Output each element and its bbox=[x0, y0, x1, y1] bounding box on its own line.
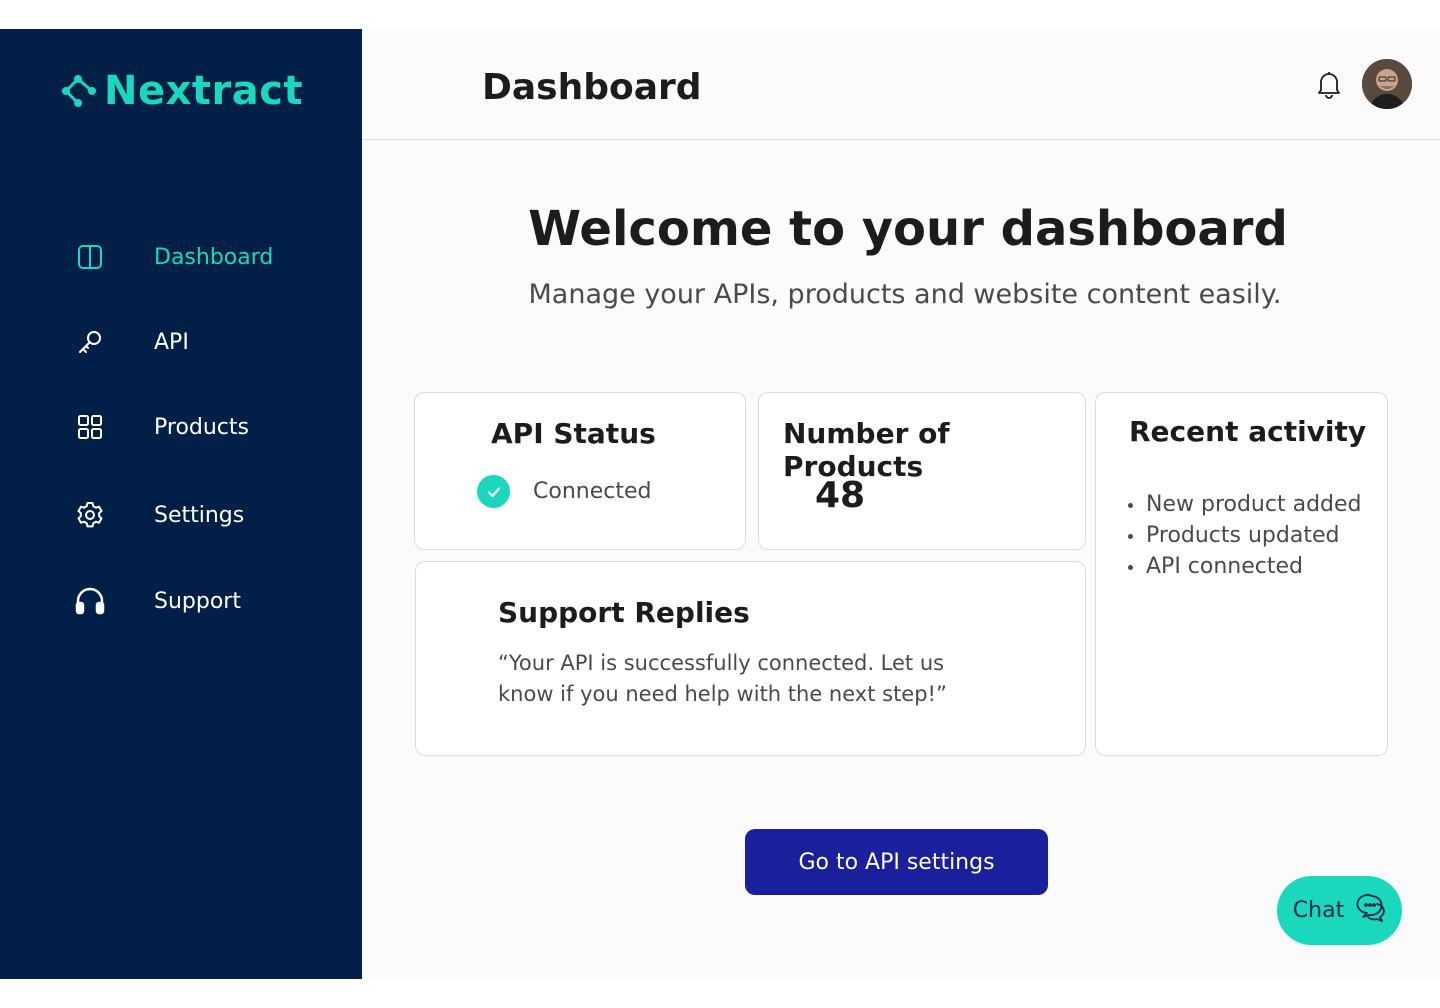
sidebar: Nextract Dashboard API Products Settings… bbox=[0, 29, 362, 979]
activity-list: New product added Products updated API c… bbox=[1128, 489, 1362, 582]
support-replies-card: Support Replies “Your API is successfull… bbox=[415, 561, 1086, 756]
support-reply-text: “Your API is successfully connected. Let… bbox=[498, 651, 947, 706]
check-circle-icon bbox=[477, 475, 510, 508]
sidebar-item-label: Settings bbox=[154, 502, 245, 528]
sidebar-item-support[interactable]: Support bbox=[74, 581, 334, 621]
sidebar-panel-icon bbox=[74, 241, 106, 273]
logo-icon bbox=[62, 75, 96, 107]
sidebar-item-dashboard[interactable]: Dashboard bbox=[74, 237, 334, 277]
logo-text: Nextract bbox=[104, 68, 304, 114]
grid-icon bbox=[74, 411, 106, 443]
sidebar-item-label: API bbox=[154, 329, 189, 355]
top-header: Dashboard bbox=[362, 29, 1440, 140]
list-item: New product added bbox=[1128, 489, 1362, 520]
page-title: Dashboard bbox=[482, 67, 702, 108]
sidebar-item-api[interactable]: API bbox=[74, 322, 334, 362]
card-title: Support Replies bbox=[498, 596, 750, 629]
sidebar-item-label: Support bbox=[154, 588, 241, 614]
bell-icon[interactable] bbox=[1315, 69, 1343, 99]
card-title: API Status bbox=[491, 417, 656, 450]
recent-activity-card: Recent activity New product added Produc… bbox=[1095, 392, 1388, 756]
products-count: 48 bbox=[815, 475, 866, 516]
status-text: Connected bbox=[533, 479, 652, 504]
key-icon bbox=[74, 326, 106, 358]
products-count-card: Number of Products 48 bbox=[758, 392, 1086, 550]
sidebar-item-settings[interactable]: Settings bbox=[74, 495, 334, 535]
list-item: Products updated bbox=[1128, 520, 1362, 551]
headphones-icon bbox=[74, 585, 106, 617]
api-settings-button[interactable]: Go to API settings bbox=[745, 829, 1048, 895]
app-window: Nextract Dashboard API Products Settings… bbox=[0, 29, 1440, 979]
logo[interactable]: Nextract bbox=[58, 67, 303, 115]
api-status-card: API Status Connected bbox=[414, 392, 746, 550]
gear-icon bbox=[74, 499, 106, 531]
list-item: API connected bbox=[1128, 551, 1362, 582]
chat-bubbles-icon bbox=[1354, 892, 1386, 929]
welcome-subtitle: Manage your APIs, products and website c… bbox=[528, 279, 1282, 310]
card-title: Recent activity bbox=[1129, 415, 1367, 448]
card-title: Number of Products bbox=[783, 417, 950, 483]
chat-label: Chat bbox=[1292, 898, 1345, 923]
chat-button[interactable]: Chat bbox=[1277, 876, 1402, 945]
sidebar-item-products[interactable]: Products bbox=[74, 407, 334, 447]
sidebar-item-label: Dashboard bbox=[154, 244, 274, 270]
welcome-heading: Welcome to your dashboard bbox=[528, 201, 1288, 257]
status-row: Connected bbox=[477, 475, 651, 508]
sidebar-item-label: Products bbox=[154, 414, 249, 440]
avatar[interactable] bbox=[1362, 59, 1412, 109]
